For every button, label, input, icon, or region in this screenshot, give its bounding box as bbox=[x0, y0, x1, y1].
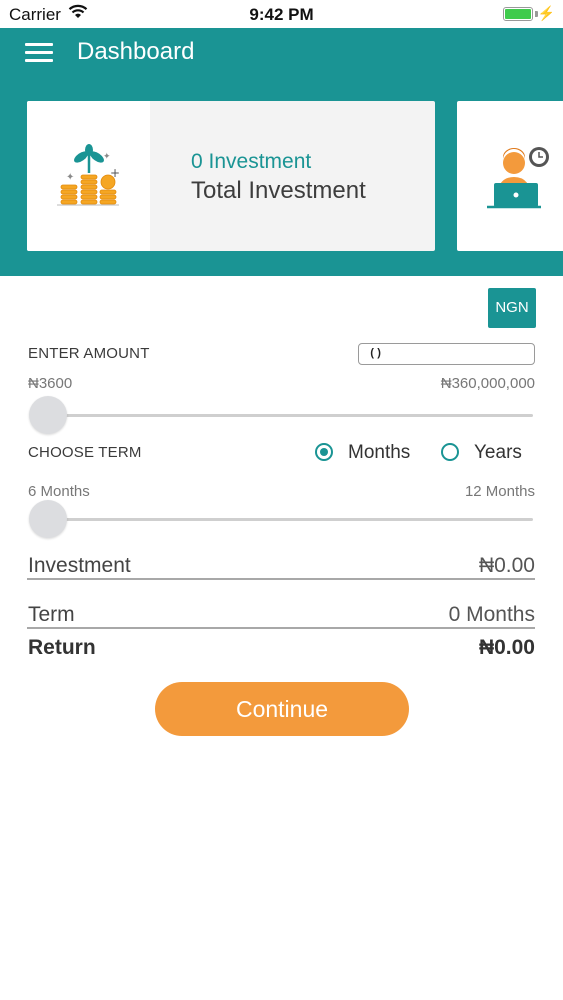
charging-bolt-icon: ⚡ bbox=[537, 5, 555, 21]
total-investment-card[interactable]: ✦ ✦ + 0 Investment Total Investment bbox=[27, 101, 435, 251]
term-min-label: 6 Months bbox=[28, 483, 90, 500]
radio-years[interactable] bbox=[441, 443, 459, 461]
investment-value: ₦0.00 bbox=[478, 554, 535, 577]
amount-slider-track[interactable] bbox=[47, 414, 533, 417]
amount-max-label: ₦360,000,000 bbox=[440, 375, 535, 392]
radio-months[interactable] bbox=[315, 443, 333, 461]
svg-text:✦: ✦ bbox=[66, 172, 74, 183]
person-at-laptop-clock-icon bbox=[487, 147, 549, 209]
radio-months-label[interactable]: Months bbox=[348, 442, 410, 464]
enter-amount-label: ENTER AMOUNT bbox=[28, 345, 150, 362]
currency-ngn-button[interactable]: NGN bbox=[488, 288, 536, 328]
return-value: ₦0.00 bbox=[478, 636, 535, 659]
choose-term-label: CHOOSE TERM bbox=[28, 444, 142, 461]
dashboard-header: Dashboard ✦ ✦ + 0 Investment Total Inves… bbox=[0, 28, 563, 276]
term-slider-thumb[interactable] bbox=[29, 500, 67, 538]
svg-text:✦: ✦ bbox=[103, 152, 111, 162]
clock-time: 9:42 PM bbox=[249, 5, 314, 24]
page-title: Dashboard bbox=[77, 38, 195, 65]
status-bar: Carrier 9:42 PM ⚡ bbox=[0, 0, 563, 28]
amount-min-label: ₦3600 bbox=[28, 375, 73, 392]
amount-slider-thumb[interactable] bbox=[29, 396, 67, 434]
radio-years-label[interactable]: Years bbox=[474, 442, 522, 464]
divider bbox=[27, 627, 535, 629]
radio-selected-dot bbox=[320, 448, 328, 456]
total-investment-label: Total Investment bbox=[191, 177, 366, 204]
hamburger-menu-icon[interactable] bbox=[25, 42, 53, 62]
card-icon-area: ✦ ✦ + bbox=[27, 101, 150, 251]
divider bbox=[27, 578, 535, 580]
continue-button[interactable]: Continue bbox=[155, 682, 409, 736]
term-max-label: 12 Months bbox=[464, 483, 535, 500]
investment-label: Investment bbox=[28, 554, 131, 577]
battery-icon bbox=[503, 7, 533, 21]
return-label: Return bbox=[28, 636, 96, 659]
term-label: Term bbox=[28, 603, 75, 626]
money-plant-coins-icon: ✦ ✦ + bbox=[57, 144, 120, 206]
term-value: 0 Months bbox=[448, 603, 535, 626]
second-dashboard-card[interactable] bbox=[457, 101, 563, 251]
term-slider-track[interactable] bbox=[47, 518, 533, 521]
investment-amount: 0 Investment bbox=[191, 150, 312, 173]
amount-input[interactable]: () bbox=[358, 343, 535, 365]
